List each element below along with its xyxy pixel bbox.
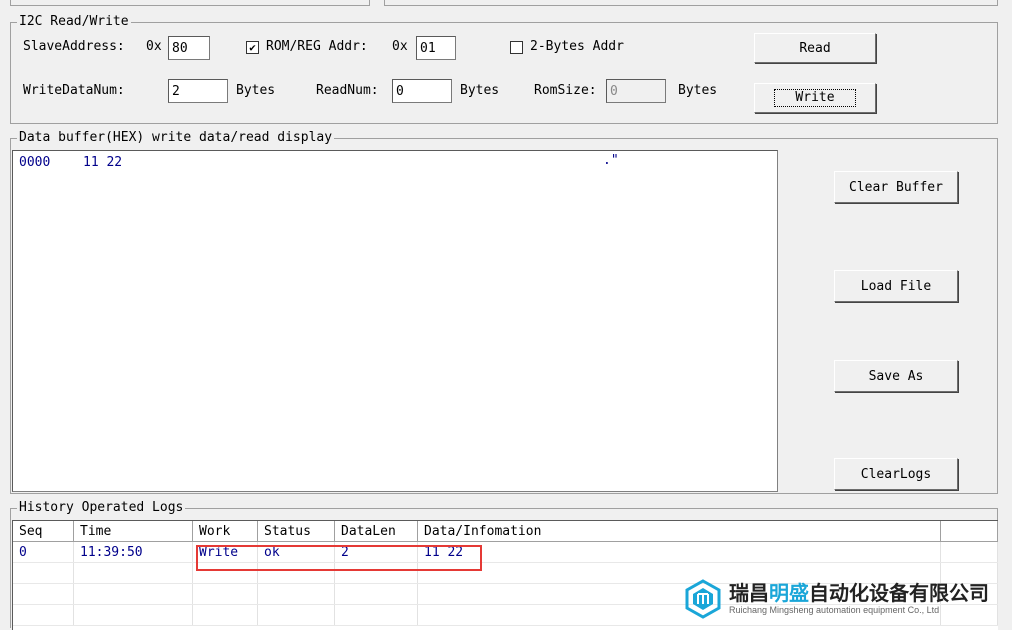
clear-buffer-button[interactable]: Clear Buffer [834, 171, 958, 203]
load-file-button[interactable]: Load File [834, 270, 958, 302]
brand-text: 瑞昌明盛自动化设备有限公司 Ruichang Mingsheng automat… [729, 582, 989, 616]
write-button-label: Write [774, 89, 856, 107]
col-time[interactable]: Time [73, 521, 193, 542]
buffer-line-offset: 0000 [19, 155, 51, 170]
brand-hexagon-icon [685, 579, 721, 619]
bytes-label-rom: Bytes [678, 83, 718, 98]
check-mark-icon: ✔ [249, 41, 256, 54]
cell-data-info: 11 22 [417, 541, 941, 563]
logs-group-title: History Operated Logs [17, 500, 186, 516]
save-as-button[interactable]: Save As [834, 360, 958, 392]
two-bytes-checkbox[interactable] [510, 41, 523, 54]
write-data-num-input[interactable] [168, 79, 228, 103]
read-num-label: ReadNum: [316, 83, 379, 98]
hex-prefix-slave: 0x [146, 39, 162, 54]
read-button[interactable]: Read [754, 33, 876, 63]
rom-reg-input[interactable] [416, 36, 456, 60]
write-data-num-label: WriteDataNum: [23, 83, 125, 98]
logs-header-row: Seq Time Work Status DataLen Data/Infoma… [13, 521, 998, 542]
two-bytes-label: 2-Bytes Addr [530, 39, 624, 54]
col-extra [940, 521, 998, 542]
brand-logo: 瑞昌明盛自动化设备有限公司 Ruichang Mingsheng automat… [683, 577, 1011, 621]
slave-address-label: SlaveAddress: [23, 39, 125, 54]
table-row[interactable]: 0 11:39:50 Write ok 2 11 22 [13, 541, 998, 563]
rom-size-label: RomSize: [534, 83, 597, 98]
col-status[interactable]: Status [257, 521, 335, 542]
top-right-panel [384, 0, 998, 6]
slave-address-input[interactable] [168, 36, 210, 60]
top-left-panel [10, 0, 370, 6]
rom-reg-label: ROM/REG Addr: [266, 39, 368, 54]
col-datalen[interactable]: DataLen [334, 521, 418, 542]
brand-subtitle: Ruichang Mingsheng automation equipment … [729, 605, 940, 615]
read-num-input[interactable] [392, 79, 452, 103]
col-seq[interactable]: Seq [13, 521, 74, 542]
bytes-label-read: Bytes [460, 83, 500, 98]
cell-time: 11:39:50 [73, 541, 193, 563]
brand-name: 瑞昌明盛自动化设备有限公司 [729, 581, 989, 605]
buffer-line-data: 11 22 [83, 155, 123, 170]
rom-reg-checkbox[interactable]: ✔ [246, 41, 259, 54]
clear-logs-button[interactable]: ClearLogs [834, 458, 958, 490]
hex-buffer-area[interactable]: 0000 11 22 ." [12, 150, 778, 492]
cell-seq: 0 [13, 541, 74, 563]
bytes-label-write: Bytes [236, 83, 276, 98]
buffer-line-ascii: ." [603, 153, 619, 168]
highlight-box [196, 545, 482, 571]
rom-size-input [606, 79, 666, 103]
col-data-info[interactable]: Data/Infomation [417, 521, 941, 542]
col-work[interactable]: Work [192, 521, 258, 542]
hex-prefix-rom: 0x [392, 39, 408, 54]
i2c-group-title: I2C Read/Write [17, 14, 131, 30]
write-button[interactable]: Write [754, 83, 876, 113]
buffer-group-title: Data buffer(HEX) write data/read display [17, 130, 335, 146]
